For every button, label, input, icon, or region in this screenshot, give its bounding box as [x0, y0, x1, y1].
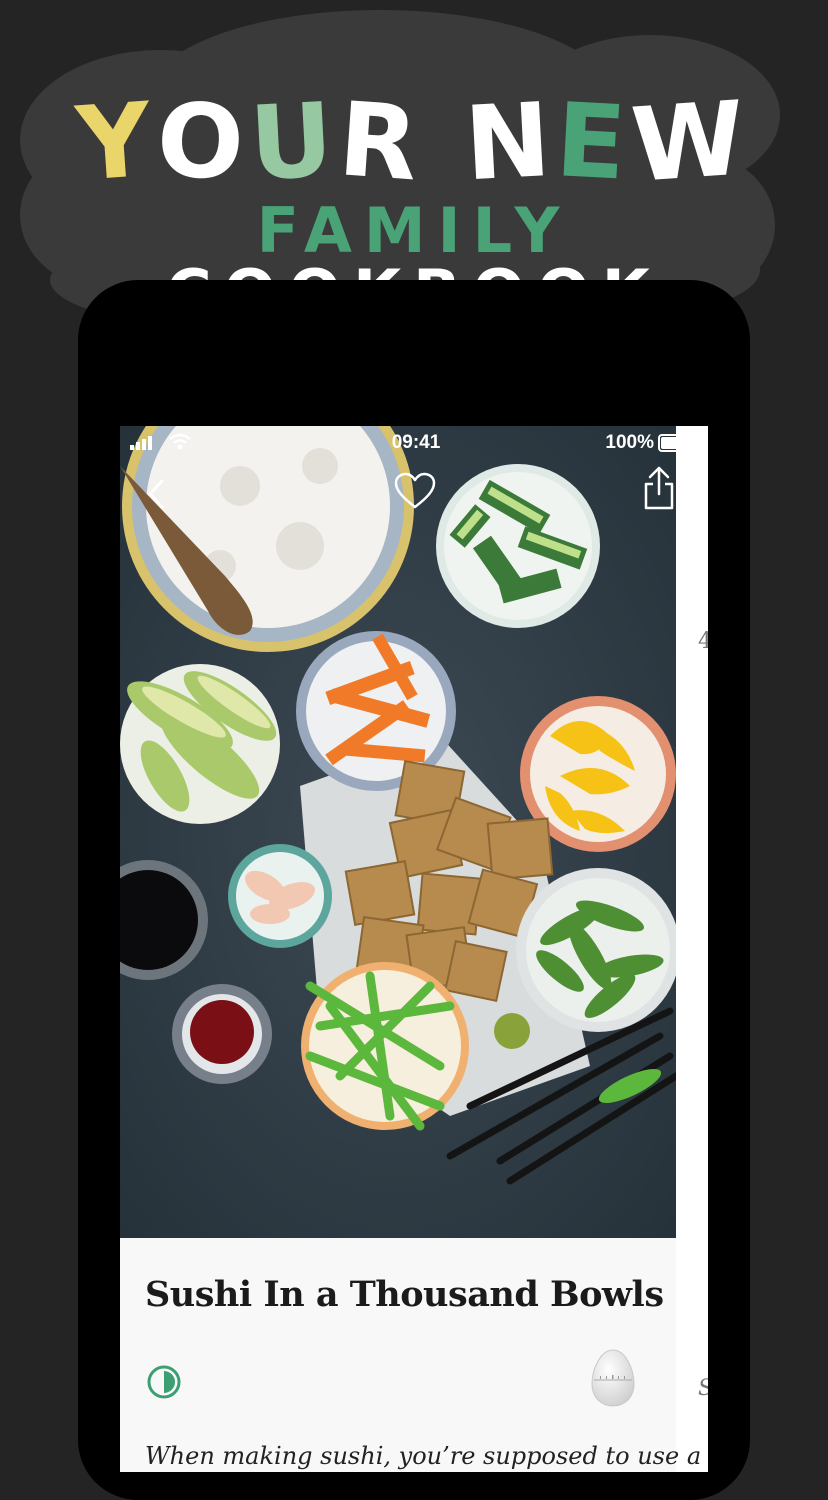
- recipe-card: Sushi In a Thousand Bowls When making su…: [120, 1238, 701, 1472]
- chevron-left-icon[interactable]: [144, 478, 168, 510]
- recipe-description: When making sushi, you’re supposed to us…: [145, 1442, 702, 1470]
- headline-letter: O: [154, 80, 254, 205]
- headline-letter: R: [334, 80, 428, 205]
- next-card-bottom-text: S: [698, 1376, 708, 1401]
- heart-icon[interactable]: [394, 472, 436, 510]
- recipe-title: Sushi In a Thousand Bowls: [145, 1274, 664, 1315]
- headline-letter: U: [246, 80, 342, 205]
- half-circle-icon: [147, 1365, 181, 1399]
- status-bar: 09:41 100%: [120, 426, 708, 458]
- recipe-photo: [120, 426, 676, 1238]
- headline-letter: N: [461, 80, 560, 205]
- app-screen: 09:41 100% 4 S Sushi In a Thousand Bowls: [120, 426, 708, 1472]
- egg-timer-icon[interactable]: [590, 1348, 636, 1408]
- next-recipe-card[interactable]: 4 S: [676, 581, 708, 1472]
- headline-letter: [423, 92, 465, 194]
- battery-percent: 100%: [605, 432, 654, 453]
- headline-letter: W: [627, 79, 755, 206]
- share-icon[interactable]: [642, 466, 676, 510]
- headline-letter: E: [553, 81, 636, 204]
- next-card-top-text: 4: [698, 629, 708, 654]
- headline-line1: YOUR NEW: [0, 79, 828, 206]
- battery-icon: [658, 434, 697, 452]
- headline-letter: Y: [73, 80, 162, 205]
